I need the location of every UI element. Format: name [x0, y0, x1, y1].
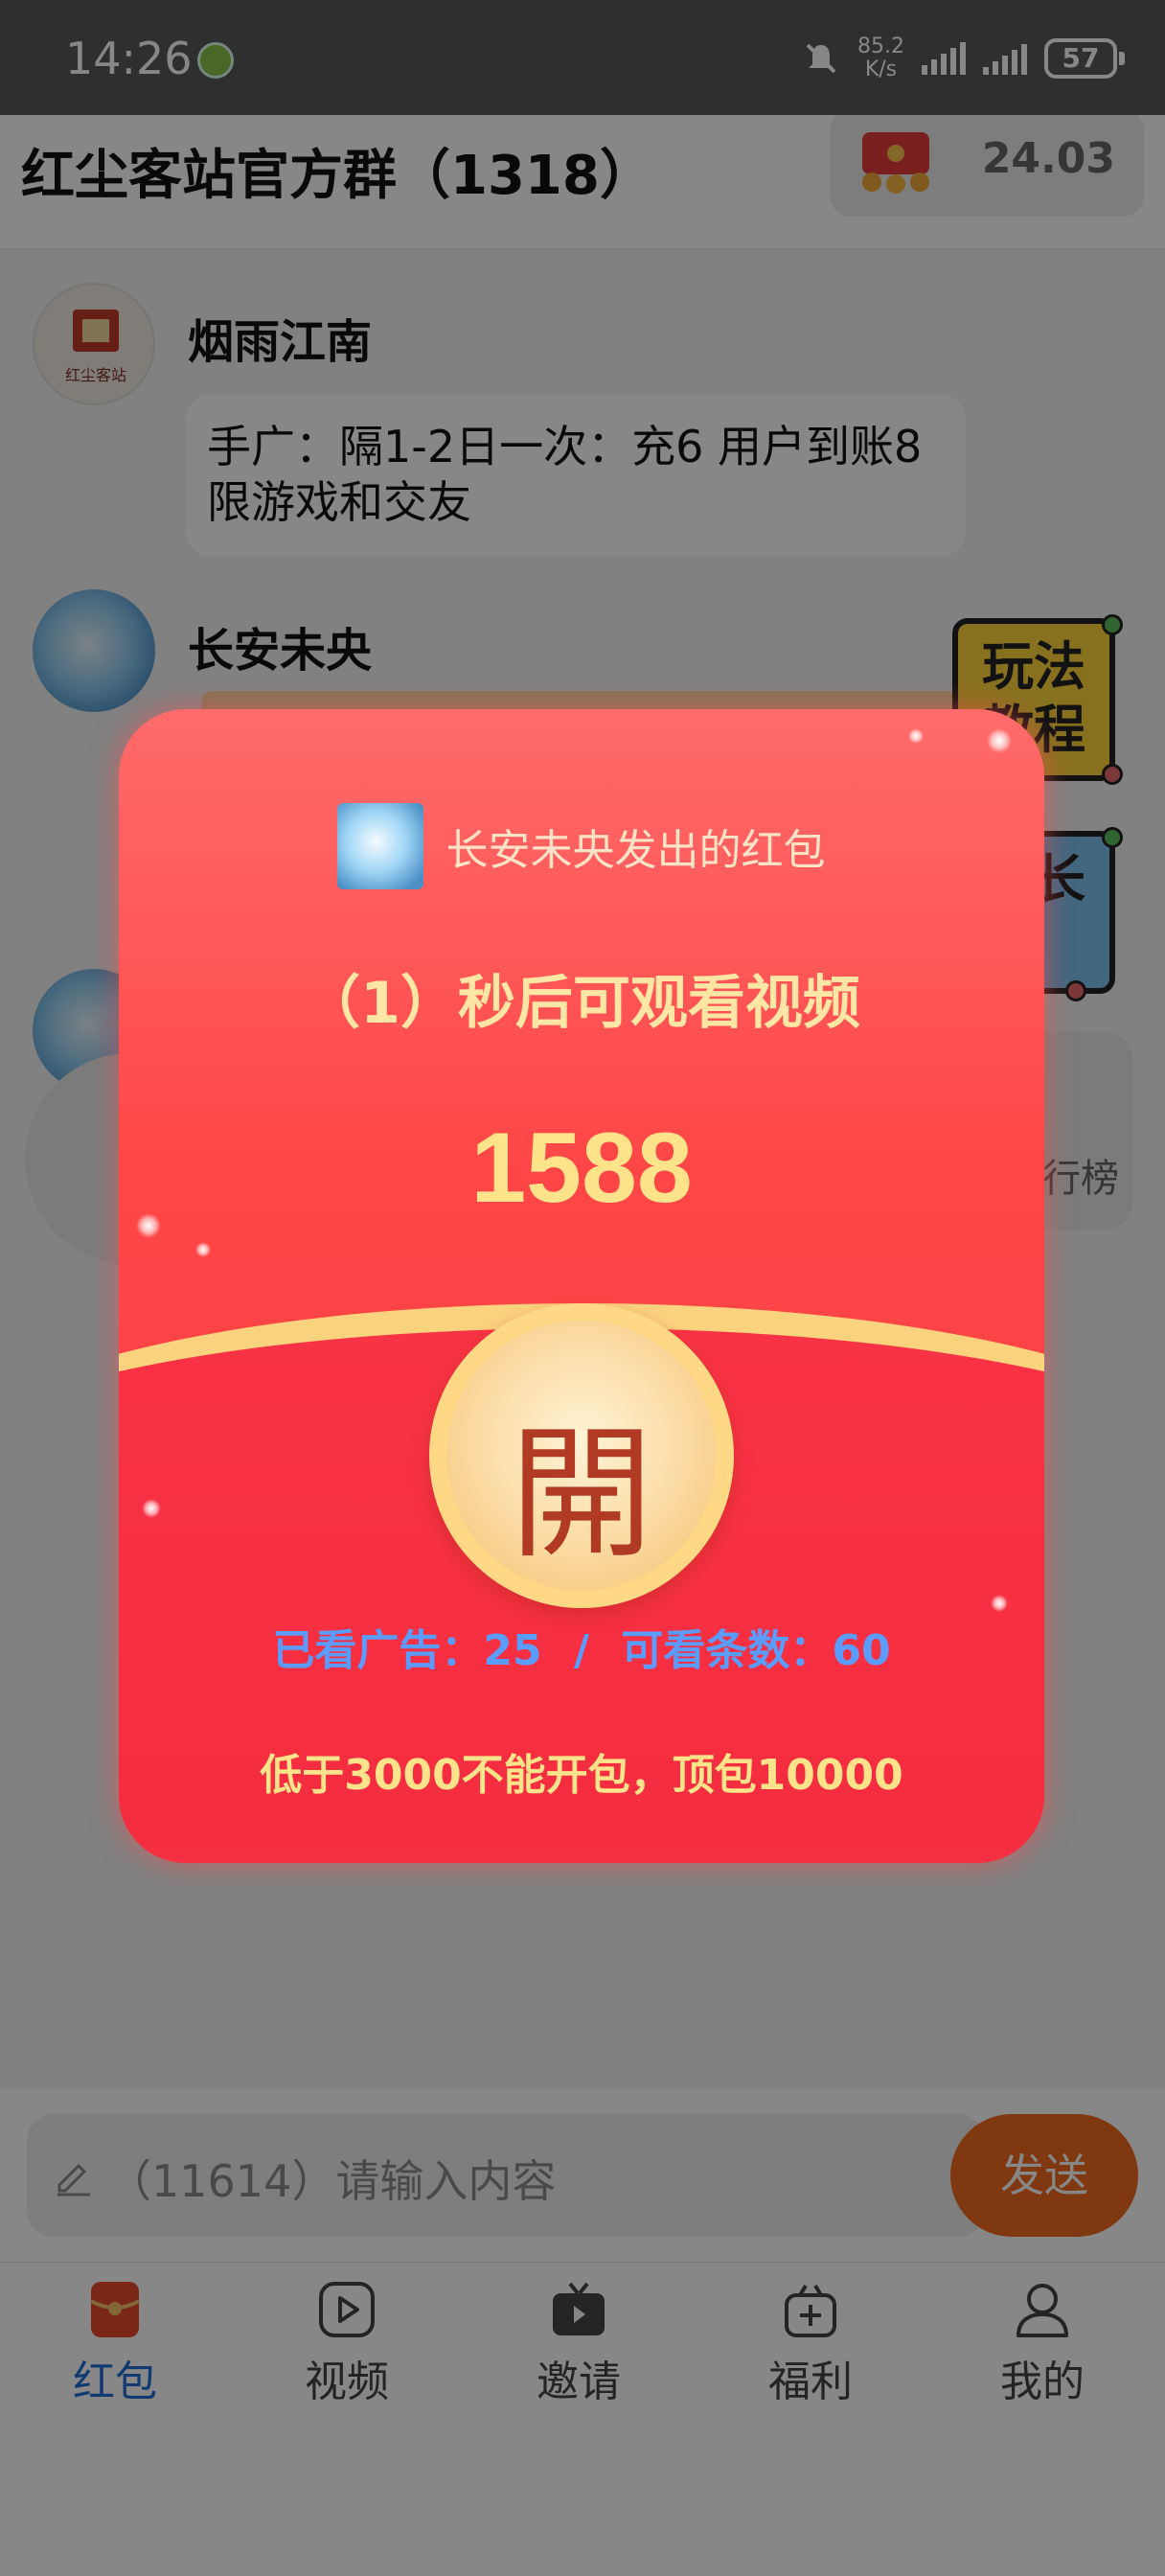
countdown-text: （1）秒后可观看视频 — [303, 970, 860, 1037]
sparkle-icon — [908, 728, 924, 744]
packet-rule-note: 低于3000不能开包，顶包10000 — [260, 1751, 903, 1800]
sparkle-icon — [142, 1499, 161, 1518]
sparkle-icon — [987, 728, 1012, 753]
ad-stats: 已看广告：25 / 可看条数：60 — [119, 1616, 1044, 1677]
red-packet-modal: 长安未央发出的红包 （1）秒后可观看视频 1588 開 已看广告：25 / 可看… — [119, 709, 1044, 1863]
open-packet-label: 開 — [509, 1412, 653, 1578]
available-label: 可看条数： — [621, 1626, 833, 1675]
packet-amount: 1588 — [470, 1113, 693, 1224]
stats-separator: / — [573, 1626, 590, 1675]
packet-sender-text: 长安未央发出的红包 — [445, 826, 826, 875]
available-count: 60 — [832, 1626, 891, 1675]
open-packet-button[interactable]: 開 — [429, 1303, 734, 1608]
packet-sender-row: 长安未央发出的红包 — [119, 803, 1044, 889]
watched-count: 25 — [483, 1626, 542, 1675]
sparkle-icon — [991, 1595, 1008, 1612]
sparkle-icon — [195, 1242, 211, 1257]
sender-avatar — [337, 803, 424, 889]
watched-label: 已看广告： — [272, 1626, 484, 1675]
